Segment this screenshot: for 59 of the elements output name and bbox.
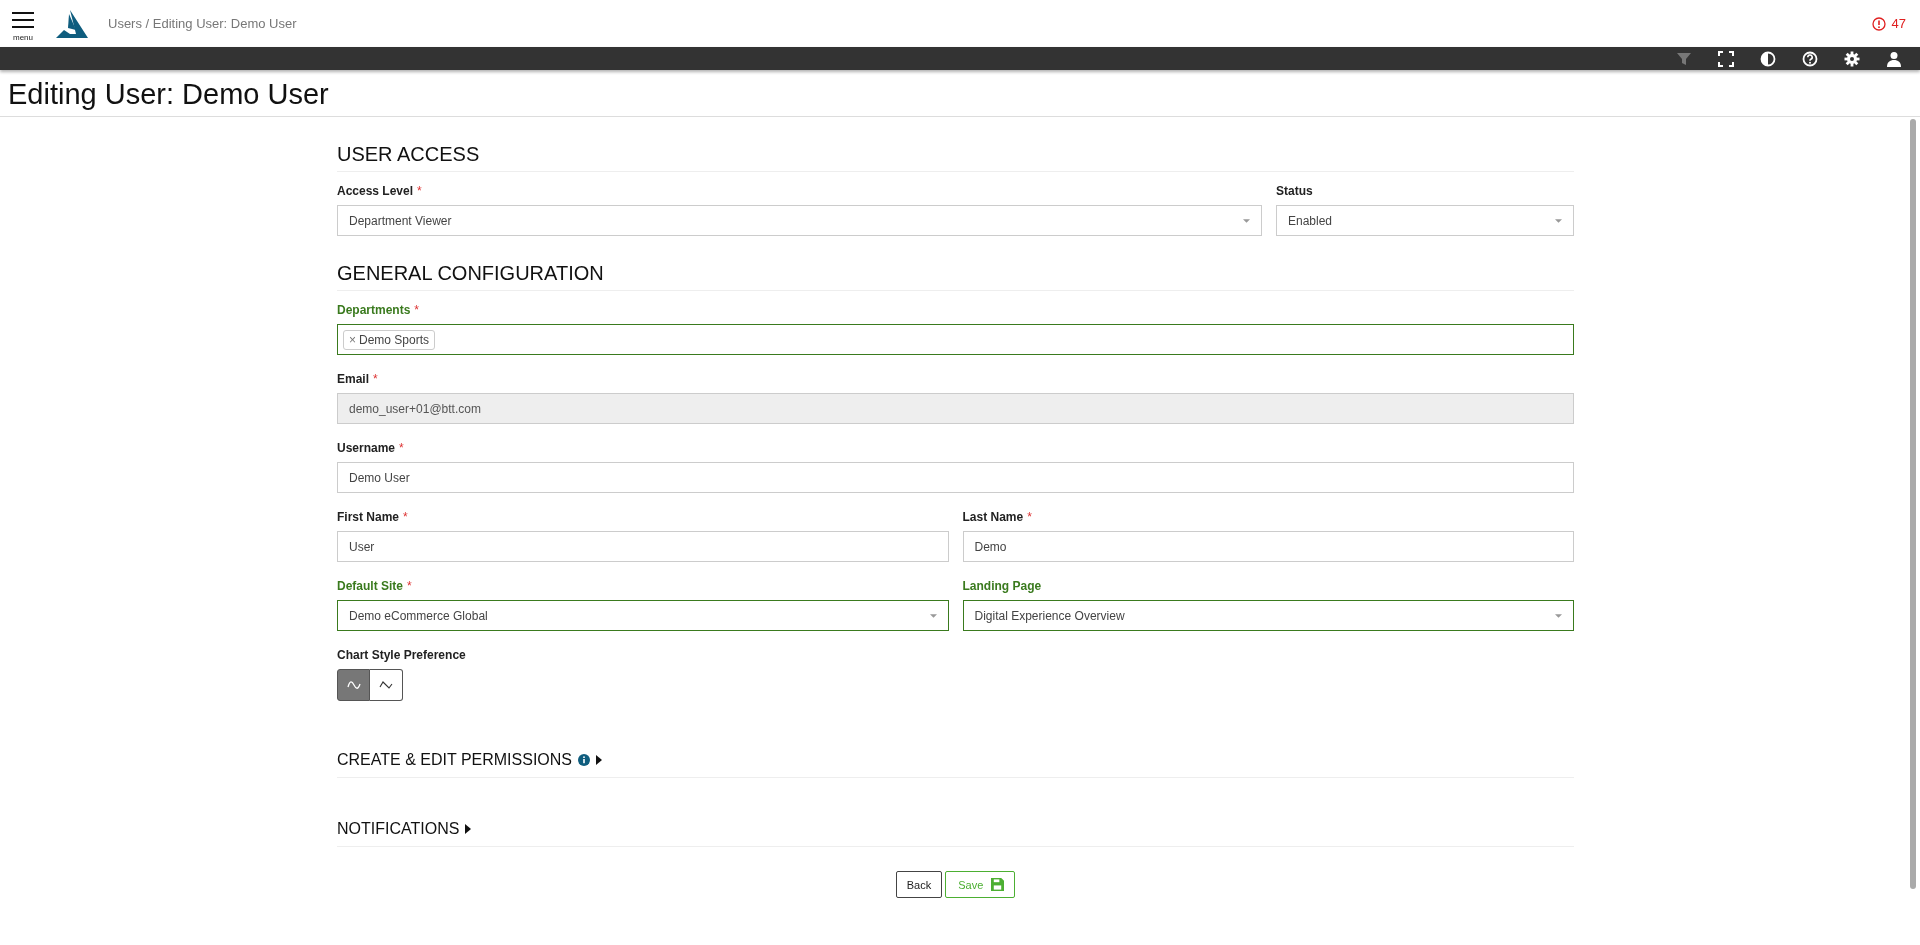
text-input[interactable]: Demo [962,531,1574,562]
required-mark: * [1027,510,1032,524]
expand-arrow-icon[interactable] [465,824,472,834]
field-label: Status [1276,184,1313,198]
smooth-curve-icon [346,681,361,689]
chart-style-button[interactable] [370,669,403,701]
user-icon[interactable] [1886,50,1902,67]
angular-line-icon [379,681,393,689]
tag-label: Demo Sports [359,332,430,347]
field-label: First Name [337,510,400,524]
dropdown[interactable]: Enabled [1276,205,1574,236]
collapsible-header[interactable]: NOTIFICATIONS [337,820,1574,847]
dropdown[interactable]: Digital Experience Overview [962,600,1574,631]
field-label: Username [337,441,396,455]
required-mark: * [403,510,408,524]
collapsible-heading[interactable]: CREATE & EDIT PERMISSIONS [337,751,572,769]
menu-button[interactable]: menu [12,11,34,42]
scrollbar[interactable] [1910,119,1916,889]
text-input[interactable]: User [337,531,949,562]
logo-icon [56,9,88,38]
text-input[interactable]: Demo User [337,462,1574,493]
caret-icon [1555,218,1562,223]
field-label: Default Site [337,579,403,593]
tag-input[interactable]: × Demo Sports [337,324,1574,355]
fullscreen-icon[interactable] [1718,50,1734,67]
field-label: Chart Style Preference [337,648,466,662]
caret-icon [1555,613,1562,618]
expand-arrow-icon[interactable] [596,755,602,765]
caret-icon [929,613,937,618]
caret-icon [1243,218,1250,223]
field-label: Last Name [962,510,1024,524]
alert-count[interactable]: 47 [1891,16,1906,31]
collapsible-heading[interactable]: NOTIFICATIONS [337,820,460,838]
required-mark: * [407,579,412,593]
settings-icon[interactable] [1844,50,1860,67]
dropdown[interactable]: Demo eCommerce Global [337,600,949,631]
field-label: Access Level [337,184,414,198]
contrast-icon[interactable] [1760,50,1776,67]
required-mark: * [399,441,404,455]
help-icon[interactable] [1802,50,1818,67]
page-title: Editing User: Demo User [0,70,1920,117]
remove-tag-icon[interactable]: × [349,332,356,347]
required-mark: * [414,303,420,317]
back-button[interactable]: Back [895,871,943,898]
filter-icon[interactable] [1676,50,1692,67]
breadcrumb: Users / Editing User: Demo User [108,16,297,31]
tag-chip[interactable]: × Demo Sports [343,329,436,350]
required-mark: * [417,184,422,198]
field-label: Email [337,372,369,386]
section-heading: USER ACCESS [337,143,1574,172]
chart-style-button[interactable] [337,669,370,701]
field-label: Departments [337,303,411,317]
field-label: Landing Page [962,579,1042,593]
collapsible-header[interactable]: CREATE & EDIT PERMISSIONS [337,751,1574,778]
required-mark: * [373,372,378,386]
alert-icon [1871,16,1886,31]
dropdown[interactable]: Department Viewer [337,205,1262,236]
section-heading: GENERAL CONFIGURATION [337,262,1574,291]
info-icon[interactable] [578,754,590,766]
